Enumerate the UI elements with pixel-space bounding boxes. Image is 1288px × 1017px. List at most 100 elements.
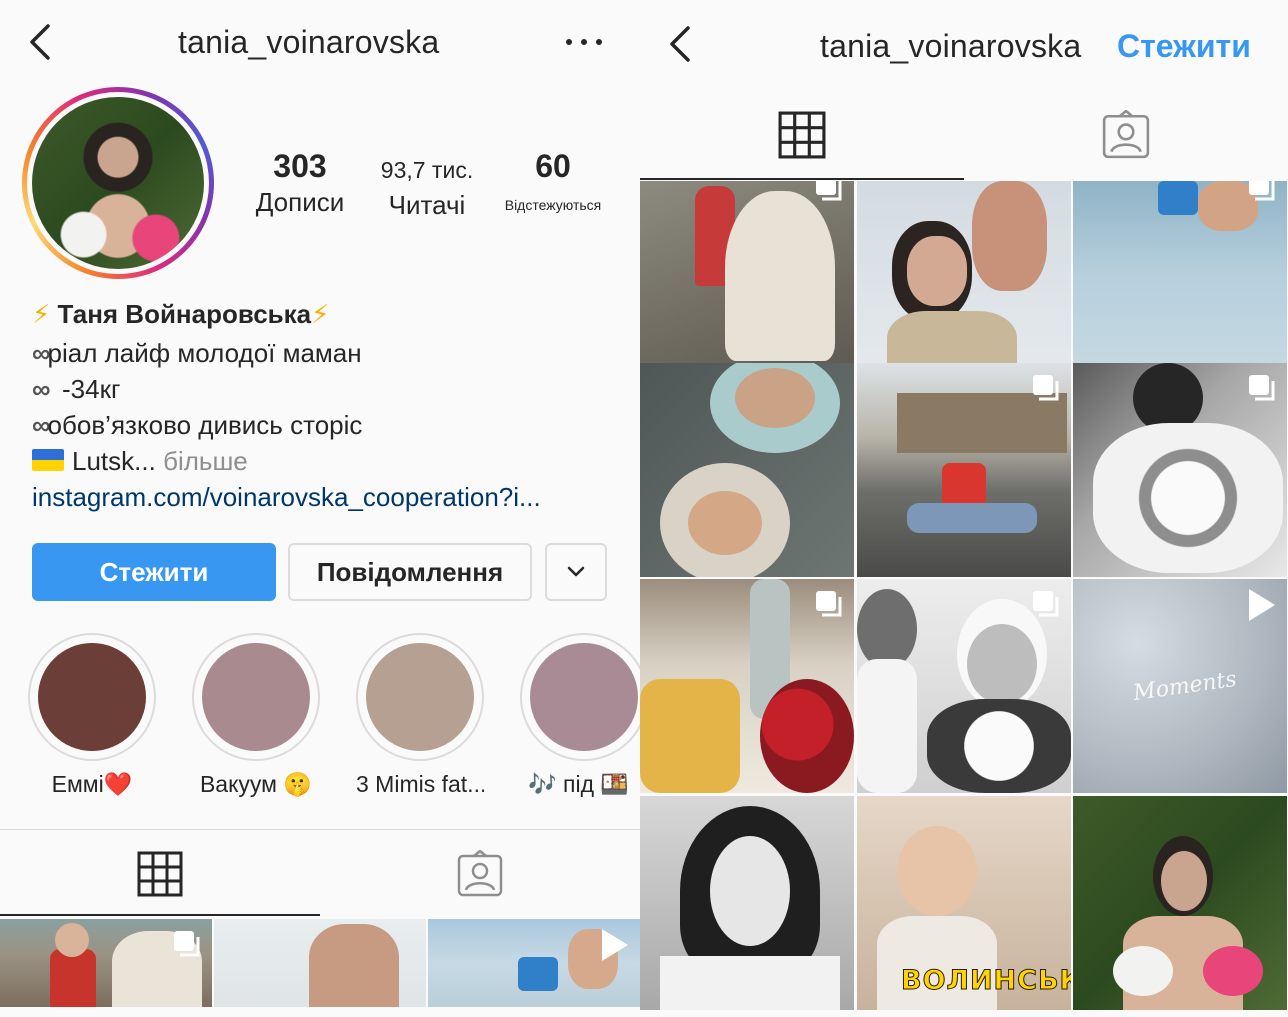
thumb-figure — [50, 949, 96, 1007]
tab-posts-grid[interactable] — [640, 90, 964, 180]
play-icon — [1249, 589, 1275, 621]
carousel-icon — [1033, 375, 1059, 401]
more-options-button[interactable] — [566, 30, 602, 54]
thumb-figure — [640, 679, 740, 793]
highlight-item[interactable]: Еммі❤️ — [28, 633, 156, 798]
thumb-figure — [1161, 851, 1207, 911]
thumb-figure — [55, 923, 89, 957]
profile-panel-left: tania_voinarovska 303 Дописи 93,7 тис. Ч… — [0, 0, 640, 1017]
following-stat[interactable]: 60 Відстежуються — [495, 148, 611, 213]
carousel-icon — [1249, 375, 1275, 401]
followers-stat[interactable]: 93,7 тис. Читачі — [366, 148, 488, 221]
posts-count: 303 — [273, 148, 327, 184]
carousel-icon — [816, 181, 842, 201]
highlight-ring — [28, 633, 156, 761]
bio-text: -34кг — [62, 374, 121, 404]
post-thumbnail[interactable]: Moments — [1073, 579, 1287, 793]
carousel-icon — [1249, 181, 1275, 201]
thumb-figure — [1203, 946, 1263, 996]
posts-stat[interactable]: 303 Дописи — [244, 148, 356, 218]
active-tab-indicator — [0, 914, 320, 916]
message-button[interactable]: Повідомлення — [288, 543, 532, 601]
chevron-left-icon — [30, 24, 50, 60]
thumb-figure — [735, 368, 815, 428]
post-thumbnail[interactable] — [857, 579, 1071, 793]
thumb-figure — [907, 503, 1037, 533]
back-button[interactable] — [20, 20, 60, 64]
thumb-figure — [967, 624, 1037, 704]
thumb-figure — [907, 236, 967, 306]
highlight-ring — [520, 633, 640, 761]
followers-count: 93,7 тис. — [380, 157, 474, 183]
more-dot — [596, 39, 602, 45]
watermark-text: Moments — [1131, 666, 1239, 707]
post-thumbnail[interactable] — [1073, 363, 1287, 577]
bio-line: ∞ріал лайф молодої маман — [32, 338, 362, 369]
post-thumbnail[interactable] — [214, 919, 426, 1007]
thumb-figure — [660, 956, 840, 1010]
highlight-cover — [38, 643, 146, 751]
following-count: 60 — [535, 148, 571, 184]
highlight-cover — [366, 643, 474, 751]
follow-link[interactable]: Стежити — [1117, 28, 1251, 65]
profile-panel-right: tania_voinarovska Moments ВОЛИНСЬ — [640, 0, 1288, 1017]
following-label: Відстежуються — [504, 197, 602, 213]
grid-icon — [137, 851, 183, 897]
active-tab-indicator — [640, 178, 964, 180]
bio-location-line: Lutsk... більше — [32, 446, 248, 477]
post-thumbnail[interactable] — [640, 579, 854, 793]
highlight-item[interactable]: 3 Mimis fat... — [356, 633, 484, 798]
back-button[interactable] — [660, 22, 700, 66]
highlight-cover — [530, 643, 638, 751]
tagged-person-icon — [1102, 110, 1150, 159]
ukraine-flag-icon — [32, 449, 64, 472]
post-thumbnail[interactable] — [0, 919, 212, 1007]
chevron-down-icon — [567, 566, 585, 577]
follow-button[interactable]: Стежити — [32, 543, 276, 601]
highlight-label: 3 Mimis fat... — [356, 771, 484, 797]
bio-more-link[interactable]: більше — [163, 446, 248, 476]
bio-name: Таня Войнаровська — [57, 299, 312, 329]
post-thumbnail[interactable] — [640, 363, 854, 577]
post-thumbnail[interactable] — [640, 796, 854, 1010]
tab-posts-grid[interactable] — [0, 830, 320, 918]
highlight-ring — [192, 633, 320, 761]
more-dots-icon — [566, 39, 572, 45]
infinity-icon: ∞ — [32, 410, 50, 440]
more-dot — [581, 39, 587, 45]
infinity-icon: ∞ — [32, 338, 50, 368]
thumb-figure — [927, 699, 1071, 793]
thumb-figure — [518, 957, 558, 991]
lightning-icon: ⚡ — [32, 299, 51, 329]
tab-tagged[interactable] — [320, 830, 640, 918]
lightning-icon: ⚡ — [311, 299, 330, 329]
suggested-dropdown-button[interactable] — [545, 543, 607, 601]
thumb-figure — [1113, 946, 1173, 996]
post-thumbnail[interactable] — [1073, 796, 1287, 1010]
carousel-icon — [1033, 591, 1059, 617]
avatar[interactable] — [22, 87, 214, 279]
bio-line: ∞ -34кг — [32, 374, 120, 405]
chevron-left-icon — [670, 26, 690, 62]
avatar-inner — [27, 92, 209, 274]
tagged-person-icon — [457, 850, 503, 897]
tab-tagged[interactable] — [964, 90, 1288, 180]
post-thumbnail[interactable] — [428, 919, 640, 1007]
post-thumbnail[interactable] — [857, 363, 1071, 577]
grid-icon — [778, 111, 826, 159]
profile-username: tania_voinarovska — [820, 28, 1082, 64]
posts-label: Дописи — [255, 187, 345, 217]
highlight-ring — [356, 633, 484, 761]
play-icon — [602, 929, 628, 961]
bio-name-line: ⚡ Таня Войнаровська⚡ — [32, 299, 329, 330]
avatar-photo — [32, 97, 204, 269]
followers-label: Читачі — [388, 190, 466, 220]
bio-website-link[interactable]: instagram.com/voinarovska_cooperation?i.… — [32, 482, 541, 513]
news-banner: ВОЛИНСЬКІ НОВИНИ — [901, 965, 1072, 997]
highlight-item[interactable]: Вакуум 🤫 — [192, 633, 320, 798]
post-thumbnail[interactable]: ВОЛИНСЬКІ НОВИНИ — [857, 796, 1071, 1010]
thumb-figure — [1158, 181, 1198, 215]
bio-text: ріал лайф молодої маман — [47, 338, 362, 368]
infinity-icon: ∞ — [32, 374, 50, 404]
highlight-item[interactable]: 🎶 під 🍱 — [520, 633, 640, 798]
